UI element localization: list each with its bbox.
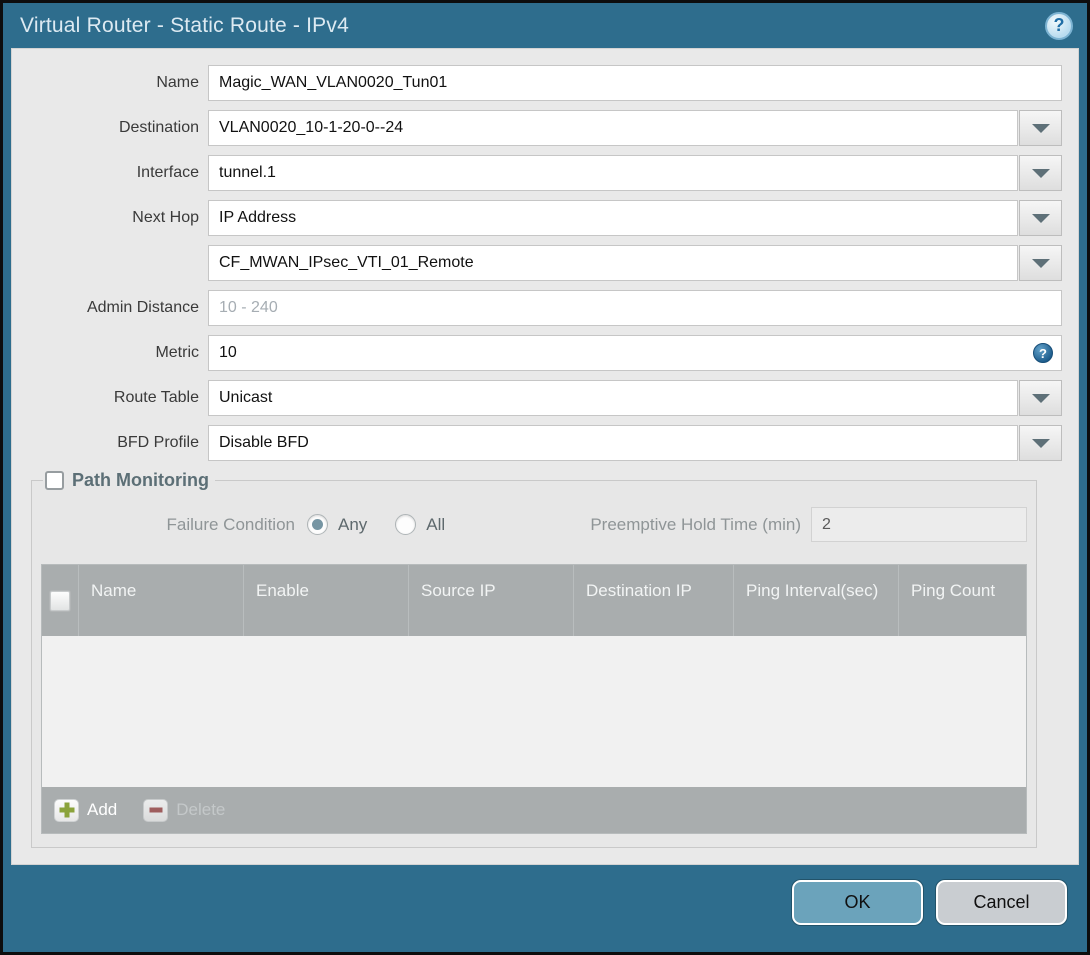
next-hop-label: Next Hop [132,209,199,226]
next-hop-type-dropdown-button[interactable] [1019,200,1062,236]
preemptive-hold-time-group: Preemptive Hold Time (min) [590,507,1027,542]
form-row-admin-distance: Admin Distance [12,290,1062,326]
interface-dropdown-button[interactable] [1019,155,1062,191]
path-monitoring-legend: Path Monitoring [43,470,215,491]
table-header-ping-count[interactable]: Ping Count [898,565,1026,636]
failure-condition-any-radio[interactable] [307,514,328,535]
ok-button[interactable]: OK [792,880,923,925]
dialog-footer: OK Cancel [3,865,1087,952]
name-input[interactable] [208,65,1062,101]
help-icon[interactable]: ? [1045,11,1073,40]
form-row-route-table: Route Table [12,380,1062,416]
delete-button[interactable]: Delete [143,798,226,822]
bfd-profile-dropdown-button[interactable] [1019,425,1062,461]
chevron-down-icon [1031,438,1050,448]
destination-dropdown-button[interactable] [1019,110,1062,146]
form-row-next-hop: Next Hop [12,200,1062,236]
table-header-ping-interval[interactable]: Ping Interval(sec) [733,565,898,636]
metric-help-icon[interactable]: ? [1033,343,1053,363]
preemptive-hold-time-label: Preemptive Hold Time (min) [590,514,801,534]
form-row-destination: Destination [12,110,1062,146]
table-header-source-ip[interactable]: Source IP [408,565,573,636]
table-header-name[interactable]: Name [78,565,243,636]
chevron-down-icon [1031,123,1050,133]
radio-dot [312,519,323,530]
chevron-down-icon [1031,393,1050,403]
route-table-input[interactable] [208,380,1018,416]
failure-condition-any-label: Any [338,514,368,534]
next-hop-address-dropdown-button[interactable] [1019,245,1062,281]
failure-condition-all-radio[interactable] [395,514,417,535]
delete-button-label: Delete [176,800,226,819]
destination-input[interactable] [208,110,1018,146]
minus-icon [143,798,169,822]
path-monitoring-title: Path Monitoring [72,470,209,490]
form-row-metric: Metric ? [12,335,1062,371]
metric-label: Metric [155,344,199,361]
dialog-window: Virtual Router - Static Route - IPv4 ? N… [0,0,1090,955]
interface-label: Interface [136,164,199,181]
form-row-name: Name [12,65,1062,101]
next-hop-address-input[interactable] [208,245,1018,281]
table-header-enable[interactable]: Enable [243,565,408,636]
bfd-profile-input[interactable] [208,425,1018,461]
add-button[interactable]: Add [54,798,118,822]
route-table-label: Route Table [113,389,199,406]
admin-distance-input[interactable] [208,290,1062,326]
table-toolbar: Add Delete [42,787,1026,833]
path-monitoring-section: Path Monitoring Failure Condition Any Al… [31,470,1037,848]
form-row-next-hop-address [12,245,1062,281]
chevron-down-icon [1031,258,1050,268]
form-row-interface: Interface [12,155,1062,191]
failure-condition-all-option: All [395,514,445,535]
cancel-button[interactable]: Cancel [936,880,1067,925]
destination-label: Destination [118,119,199,136]
path-monitoring-table: Name Enable Source IP Destination IP Pin… [41,564,1027,834]
table-header-row: Name Enable Source IP Destination IP Pin… [42,565,1026,636]
bfd-profile-label: BFD Profile [117,434,199,451]
chevron-down-icon [1031,168,1050,178]
failure-condition-row: Failure Condition Any All Preemptive Hol… [41,507,1027,542]
preemptive-hold-time-input[interactable] [811,507,1027,542]
table-header-checkbox-cell [42,565,78,636]
add-button-label: Add [87,800,118,819]
admin-distance-label: Admin Distance [86,299,199,316]
metric-input[interactable] [208,335,1062,371]
dialog-titlebar: Virtual Router - Static Route - IPv4 ? [3,3,1087,48]
failure-condition-label: Failure Condition [166,514,295,534]
interface-input[interactable] [208,155,1018,191]
form-row-bfd-profile: BFD Profile [12,425,1062,461]
chevron-down-icon [1031,213,1050,223]
table-body [42,636,1026,787]
table-header-destination-ip[interactable]: Destination IP [573,565,733,636]
select-all-checkbox[interactable] [50,590,70,611]
plus-icon [54,798,79,822]
failure-condition-all-label: All [426,514,446,534]
path-monitoring-checkbox[interactable] [45,471,64,490]
dialog-content: Name Destination Interface [11,48,1079,865]
failure-condition-any-option: Any [307,514,367,535]
next-hop-type-input[interactable] [208,200,1018,236]
name-label: Name [156,74,199,91]
dialog-title: Virtual Router - Static Route - IPv4 [20,13,349,37]
route-table-dropdown-button[interactable] [1019,380,1062,416]
